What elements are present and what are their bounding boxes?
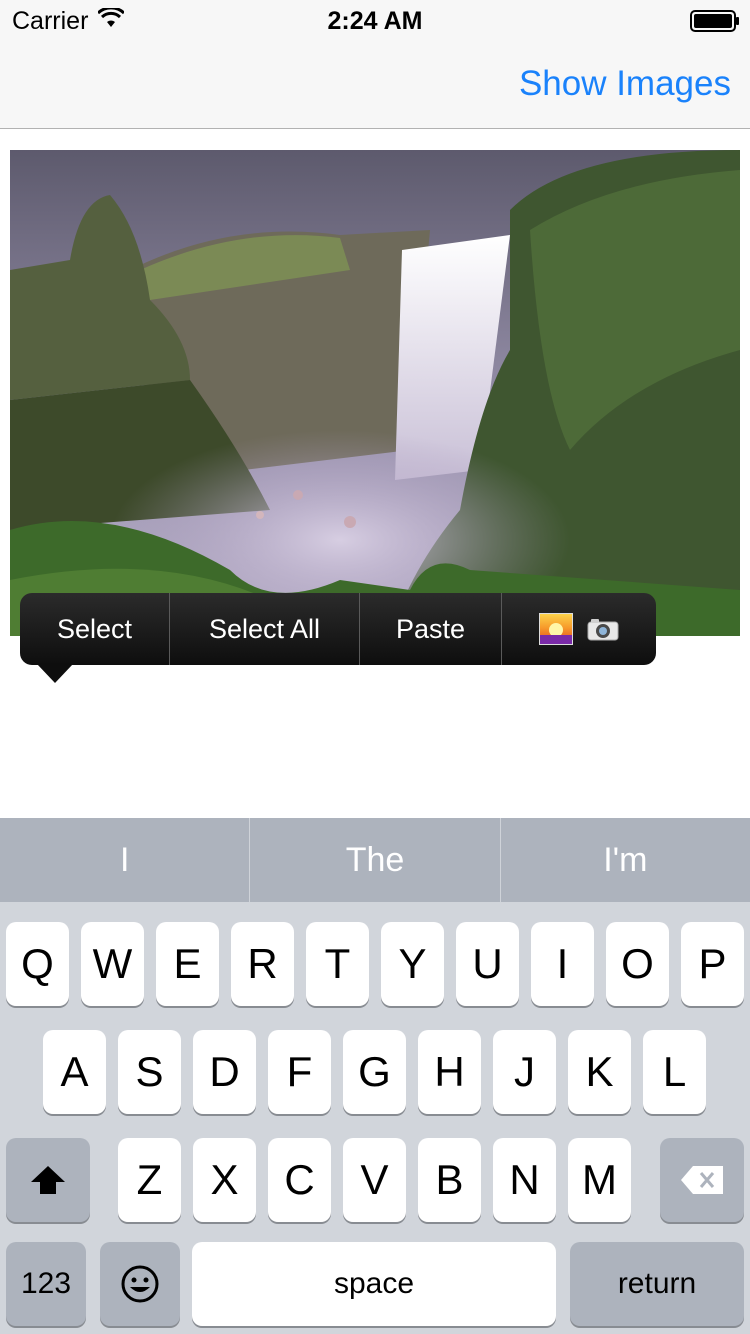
key-l[interactable]: L	[643, 1030, 706, 1114]
camera-icon[interactable]	[587, 617, 619, 641]
key-y[interactable]: Y	[381, 922, 444, 1006]
paste-menu-item[interactable]: Paste	[360, 593, 502, 665]
key-u[interactable]: U	[456, 922, 519, 1006]
key-t[interactable]: T	[306, 922, 369, 1006]
select-menu-item[interactable]: Select	[20, 593, 170, 665]
key-f[interactable]: F	[268, 1030, 331, 1114]
clock: 2:24 AM	[327, 7, 423, 35]
key-h[interactable]: H	[418, 1030, 481, 1114]
select-all-menu-item[interactable]: Select All	[170, 593, 360, 665]
prediction-3[interactable]: I'm	[501, 818, 750, 902]
key-e[interactable]: E	[156, 922, 219, 1006]
edit-menu-pointer	[37, 664, 73, 683]
prediction-1[interactable]: I	[0, 818, 251, 902]
key-i[interactable]: I	[531, 922, 594, 1006]
shift-key[interactable]	[6, 1138, 90, 1222]
return-key[interactable]: return	[570, 1242, 744, 1326]
key-m[interactable]: M	[568, 1138, 631, 1222]
navigation-bar: Show Images	[0, 40, 750, 129]
key-x[interactable]: X	[193, 1138, 256, 1222]
key-c[interactable]: C	[268, 1138, 331, 1222]
show-images-button[interactable]: Show Images	[519, 64, 731, 104]
space-key[interactable]: space	[192, 1242, 556, 1326]
backspace-icon	[681, 1166, 723, 1194]
keyboard: I The I'm Q W E R T Y U I O P A S D F G …	[0, 818, 750, 1334]
numbers-key[interactable]: 123	[6, 1242, 86, 1326]
key-p[interactable]: P	[681, 922, 744, 1006]
shift-arrow-icon	[31, 1166, 65, 1194]
prediction-bar: I The I'm	[0, 818, 750, 902]
key-a[interactable]: A	[43, 1030, 106, 1114]
key-v[interactable]: V	[343, 1138, 406, 1222]
photo-library-icon[interactable]	[539, 613, 573, 645]
delete-key[interactable]	[660, 1138, 744, 1222]
key-z[interactable]: Z	[118, 1138, 181, 1222]
waterfall-photo[interactable]	[10, 150, 740, 636]
key-n[interactable]: N	[493, 1138, 556, 1222]
key-s[interactable]: S	[118, 1030, 181, 1114]
key-k[interactable]: K	[568, 1030, 631, 1114]
key-w[interactable]: W	[81, 922, 144, 1006]
key-o[interactable]: O	[606, 922, 669, 1006]
media-menu-item	[502, 593, 656, 665]
key-d[interactable]: D	[193, 1030, 256, 1114]
key-g[interactable]: G	[343, 1030, 406, 1114]
key-r[interactable]: R	[231, 922, 294, 1006]
emoji-key[interactable]	[100, 1242, 180, 1326]
key-b[interactable]: B	[418, 1138, 481, 1222]
battery-icon	[690, 10, 740, 37]
prediction-2[interactable]: The	[250, 818, 501, 902]
status-bar: Carrier 2:24 AM	[0, 0, 750, 40]
key-q[interactable]: Q	[6, 922, 69, 1006]
emoji-icon	[121, 1265, 159, 1303]
key-j[interactable]: J	[493, 1030, 556, 1114]
edit-menu: Select Select All Paste	[20, 593, 656, 665]
